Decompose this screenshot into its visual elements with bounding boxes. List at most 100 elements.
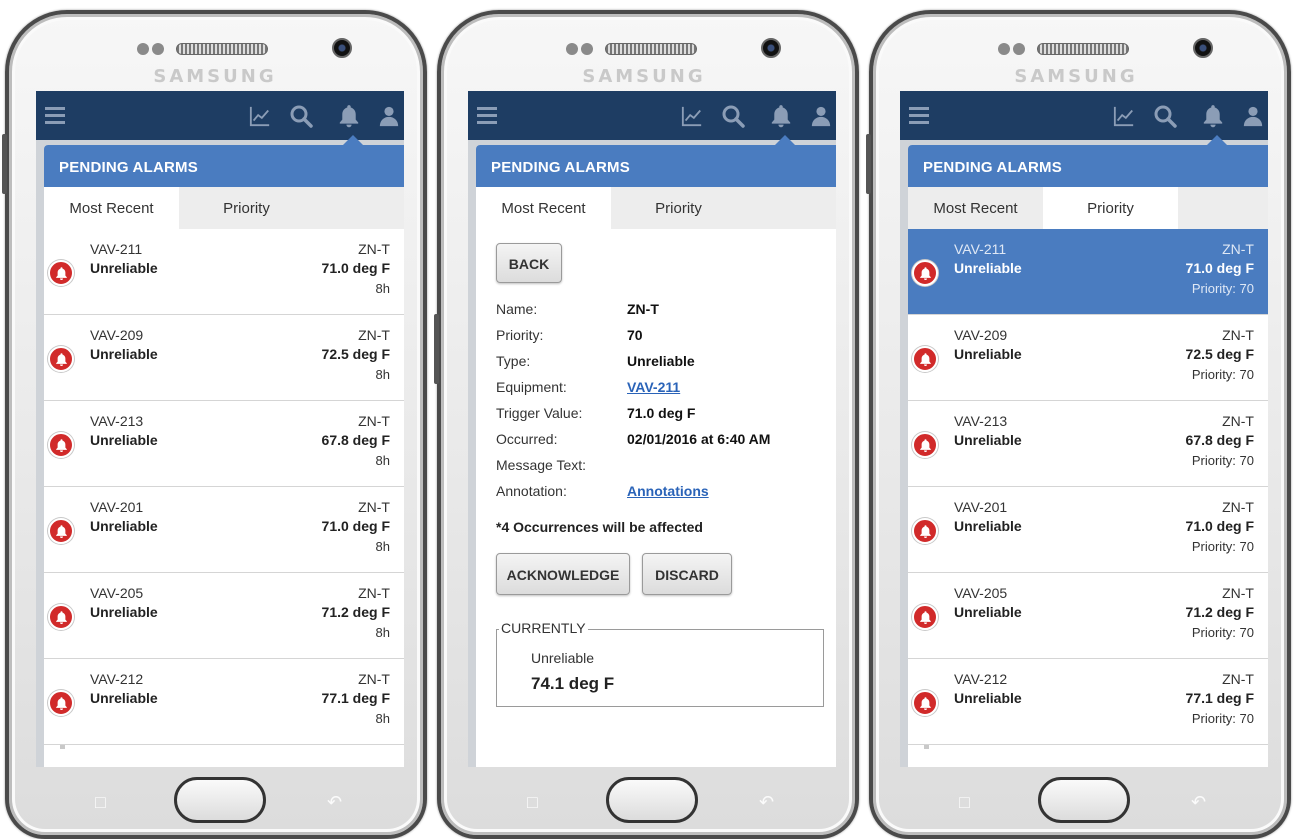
menu-icon[interactable] (904, 91, 934, 140)
alarm-point: ZN-T (1222, 241, 1254, 257)
back-key-icon[interactable]: ↶ (759, 792, 774, 813)
recent-apps-icon[interactable]: □ (95, 792, 106, 813)
field-label: Priority: (496, 327, 544, 343)
acknowledge-button[interactable]: ACKNOWLEDGE (496, 553, 630, 595)
speaker-grille (176, 43, 268, 55)
equipment-link[interactable]: VAV-211 (627, 379, 680, 395)
alarm-type: Unreliable (90, 260, 158, 276)
trend-chart-icon[interactable] (677, 91, 707, 140)
alarm-equipment: VAV-201 (90, 499, 144, 515)
tab-bar: Most Recent Priority (908, 187, 1268, 229)
alarm-list: VAV-211 Unreliable ZN-T 71.0 deg F 8h VA… (44, 229, 404, 749)
app-screen: PENDING ALARMS Most Recent Priority BACK… (468, 91, 836, 767)
alarm-equipment: VAV-205 (954, 585, 1008, 601)
alarm-row[interactable]: VAV-205 Unreliable ZN-T 71.2 deg F Prior… (908, 573, 1268, 659)
search-icon[interactable] (1150, 91, 1180, 140)
alarm-type: Unreliable (90, 518, 158, 534)
trend-chart-icon[interactable] (245, 91, 275, 140)
field-value: Unreliable (627, 353, 695, 369)
bell-icon[interactable] (334, 91, 364, 140)
field-label: Annotation: (496, 483, 567, 499)
tab-priority[interactable]: Priority (611, 187, 746, 229)
field-label: Equipment: (496, 379, 567, 395)
alarm-equipment: VAV-209 (954, 327, 1008, 343)
home-button[interactable] (174, 777, 266, 823)
front-camera (761, 38, 781, 58)
alarm-age: 8h (375, 625, 390, 640)
search-icon[interactable] (718, 91, 748, 140)
alarm-bell-icon (48, 260, 74, 286)
alarm-value: 72.5 deg F (1185, 346, 1254, 362)
alarm-row[interactable]: VAV-213 Unreliable ZN-T 67.8 deg F Prior… (908, 401, 1268, 487)
alarm-point: ZN-T (358, 413, 390, 429)
person-icon[interactable] (808, 91, 834, 140)
recent-apps-icon[interactable]: □ (527, 792, 538, 813)
alarm-point: ZN-T (1222, 499, 1254, 515)
alarm-value: 71.0 deg F (321, 518, 390, 534)
recent-apps-icon[interactable]: □ (959, 792, 970, 813)
alarm-bell-icon (48, 604, 74, 630)
search-icon[interactable] (286, 91, 316, 140)
back-key-icon[interactable]: ↶ (1191, 792, 1206, 813)
alarm-bell-icon (48, 690, 74, 716)
back-button[interactable]: BACK (496, 243, 562, 283)
alarm-row[interactable]: VAV-212 Unreliable ZN-T 77.1 deg F 8h (44, 659, 404, 745)
alarm-bell-icon (912, 518, 938, 544)
alarm-row[interactable]: VAV-201 Unreliable ZN-T 71.0 deg F Prior… (908, 487, 1268, 573)
alarm-value: 71.2 deg F (1185, 604, 1254, 620)
field-label: Occurred: (496, 431, 558, 447)
trend-chart-icon[interactable] (1109, 91, 1139, 140)
person-icon[interactable] (1240, 91, 1266, 140)
discard-button[interactable]: DISCARD (642, 553, 732, 595)
alarm-row[interactable]: VAV-205 Unreliable ZN-T 71.2 deg F 8h (44, 573, 404, 659)
tab-most-recent[interactable]: Most Recent (908, 187, 1043, 229)
alarm-value: 72.5 deg F (321, 346, 390, 362)
alarm-equipment: VAV-201 (954, 499, 1008, 515)
alarm-row[interactable]: VAV-212 Unreliable ZN-T 77.1 deg F Prior… (908, 659, 1268, 745)
alarm-row-selected[interactable]: VAV-211 Unreliable ZN-T 71.0 deg F Prior… (908, 229, 1268, 315)
phone-priority: SAMSUNG PENDING ALARMS Most Recent Prior… (866, 10, 1291, 839)
alarm-equipment: VAV-213 (954, 413, 1008, 429)
alarm-type: Unreliable (90, 432, 158, 448)
speaker-grille (1037, 43, 1129, 55)
back-key-icon[interactable]: ↶ (327, 792, 342, 813)
alarm-age: 8h (375, 453, 390, 468)
alarm-bell-icon (912, 432, 938, 458)
alarm-equipment: VAV-209 (90, 327, 144, 343)
alarm-bell-icon (48, 518, 74, 544)
tab-priority[interactable]: Priority (1043, 187, 1178, 229)
alarm-type: Unreliable (90, 346, 158, 362)
alarm-bell-icon (912, 346, 938, 372)
alarm-value: 71.0 deg F (321, 260, 390, 276)
alarm-row[interactable]: VAV-209 Unreliable ZN-T 72.5 deg F Prior… (908, 315, 1268, 401)
phone-alarm-detail: SAMSUNG PENDING ALARMS Most Recent Prior… (434, 10, 859, 839)
tab-most-recent[interactable]: Most Recent (44, 187, 179, 229)
alarm-row[interactable]: VAV-211 Unreliable ZN-T 71.0 deg F 8h (44, 229, 404, 315)
alarm-equipment: VAV-211 (954, 241, 1007, 257)
person-icon[interactable] (376, 91, 402, 140)
field-value: ZN-T (627, 301, 659, 317)
menu-icon[interactable] (40, 91, 70, 140)
alarm-row[interactable]: VAV-209 Unreliable ZN-T 72.5 deg F 8h (44, 315, 404, 401)
alarm-priority: Priority: 70 (1191, 453, 1254, 468)
alarm-equipment: VAV-205 (90, 585, 144, 601)
home-button[interactable] (606, 777, 698, 823)
alarm-value: 67.8 deg F (321, 432, 390, 448)
menu-icon[interactable] (472, 91, 502, 140)
alarm-priority: Priority: 70 (1191, 625, 1254, 640)
tab-bar: Most Recent Priority (44, 187, 404, 229)
tab-priority[interactable]: Priority (179, 187, 314, 229)
bell-icon[interactable] (766, 91, 796, 140)
alarm-row[interactable]: VAV-201 Unreliable ZN-T 71.0 deg F 8h (44, 487, 404, 573)
side-key (866, 134, 871, 194)
tab-most-recent[interactable]: Most Recent (476, 187, 611, 229)
bell-icon[interactable] (1198, 91, 1228, 140)
home-button[interactable] (1038, 777, 1130, 823)
alarm-row[interactable]: VAV-213 Unreliable ZN-T 67.8 deg F 8h (44, 401, 404, 487)
alarm-equipment: VAV-212 (90, 671, 144, 687)
alarm-priority: Priority: 70 (1191, 539, 1254, 554)
alarm-type: Unreliable (954, 518, 1022, 534)
annotations-link[interactable]: Annotations (627, 483, 709, 499)
alarm-priority: Priority: 70 (1191, 711, 1254, 726)
alarm-type: Unreliable (954, 690, 1022, 706)
